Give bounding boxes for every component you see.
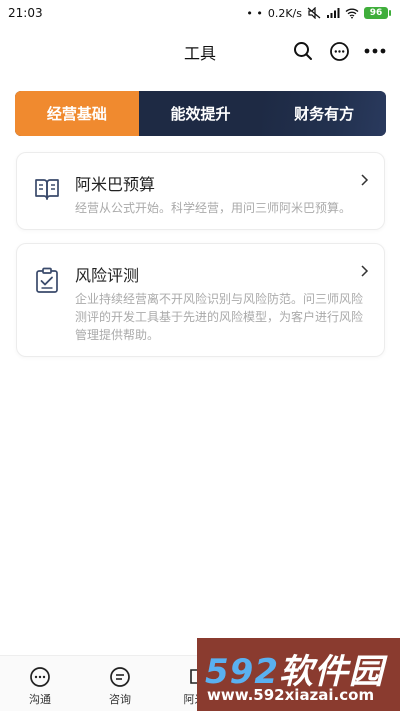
chevron-right-icon <box>361 265 369 277</box>
card-risk-assessment[interactable]: 风险评测 企业持续经营离不开风险识别与风险防范。问三师风险测评的开发工具基于先进… <box>16 243 385 357</box>
more-dots-icon <box>364 48 386 54</box>
card-title: 风险评测 <box>75 266 140 285</box>
more-button[interactable] <box>364 40 386 62</box>
status-indicators: • • 0.2K/s 96 <box>246 6 391 20</box>
book-icon <box>35 179 59 200</box>
card-title: 阿米巴预算 <box>75 175 156 194</box>
signal-icon <box>327 8 340 18</box>
dots-indicator: • • <box>246 6 263 20</box>
page-title: 工具 <box>183 44 216 63</box>
tab-efficiency[interactable]: 能效提升 <box>139 91 263 136</box>
search-icon <box>294 42 312 60</box>
category-tabs: 经营基础 能效提升 财务有方 <box>15 91 386 136</box>
status-bar: 21:03 • • 0.2K/s 96 <box>0 0 400 26</box>
bottom-nav-label: 沟通 <box>29 693 51 706</box>
wifi-icon <box>345 8 359 19</box>
network-speed: 0.2K/s <box>267 6 302 20</box>
status-time: 21:03 <box>8 6 43 20</box>
watermark-logo: 592软件园 www.592xiazai.com <box>197 638 400 711</box>
battery-icon: 96 <box>364 7 391 19</box>
bottom-nav-consult[interactable]: 咨询 <box>80 656 160 711</box>
chat-bubble-icon <box>30 667 50 687</box>
tab-business-basics[interactable]: 经营基础 <box>15 91 139 136</box>
clipboard-check-icon <box>36 267 58 293</box>
chat-bubble-icon <box>329 41 349 61</box>
card-description: 经营从公式开始。科学经营，用问三师阿米巴预算。 <box>75 201 352 215</box>
message-icon <box>110 667 130 687</box>
nav-bar: 工具 <box>0 30 400 74</box>
chevron-right-icon <box>361 174 369 186</box>
message-button[interactable] <box>328 40 350 62</box>
watermark-url: www.592xiazai.com <box>207 686 375 704</box>
bottom-nav-chat[interactable]: 沟通 <box>0 656 80 711</box>
search-button[interactable] <box>292 40 314 62</box>
mute-icon <box>307 7 321 19</box>
bottom-nav-label: 咨询 <box>109 693 131 706</box>
tab-finance[interactable]: 财务有方 <box>262 91 386 136</box>
card-amoeba-budget[interactable]: 阿米巴预算 经营从公式开始。科学经营，用问三师阿米巴预算。 <box>16 152 385 230</box>
nav-actions <box>292 40 386 62</box>
card-description: 企业持续经营离不开风险识别与风险防范。问三师风险测评的开发工具基于先进的风险模型… <box>75 292 364 342</box>
